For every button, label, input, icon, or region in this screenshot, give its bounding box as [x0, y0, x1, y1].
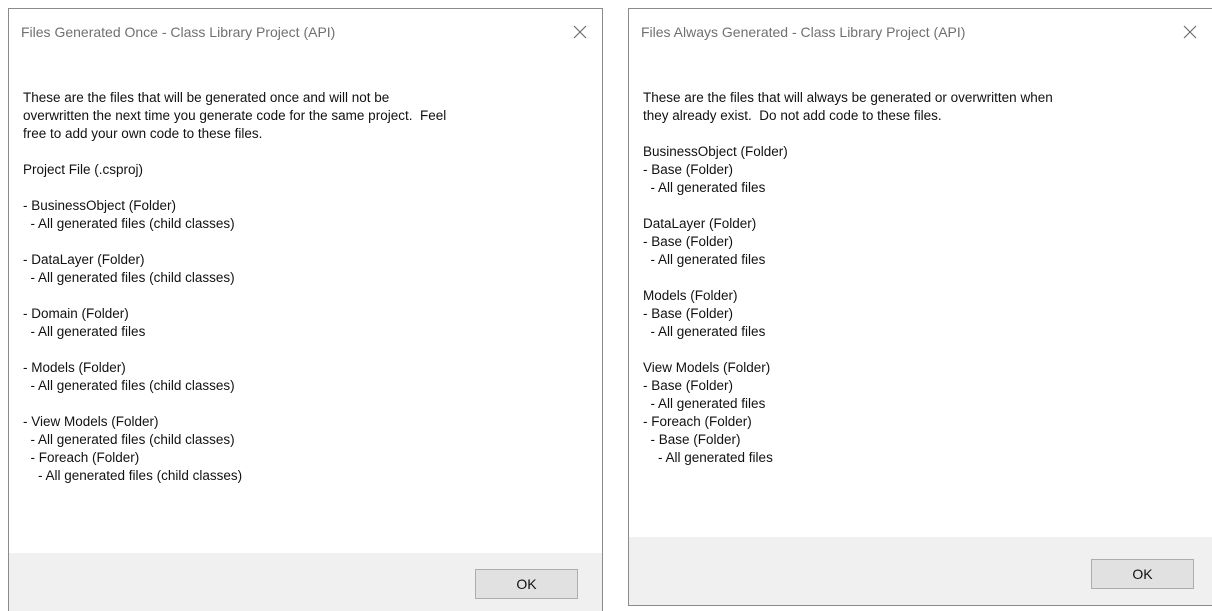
- message-line: - Base (Folder): [643, 306, 734, 321]
- message-line: - All generated files: [643, 396, 766, 411]
- message-line: - View Models (Folder): [23, 414, 159, 429]
- message-line: - Foreach (Folder): [23, 450, 140, 465]
- close-button[interactable]: [564, 17, 596, 47]
- message-line: overwritten the next time you generate c…: [23, 108, 447, 123]
- message-line: - All generated files (child classes): [23, 216, 235, 231]
- message-line: - Base (Folder): [643, 162, 734, 177]
- dialog-footer: OK: [629, 537, 1212, 605]
- message-line: - DataLayer (Folder): [23, 252, 145, 267]
- dialog-footer: OK: [9, 553, 602, 611]
- dialog-title: Files Generated Once - Class Library Pro…: [21, 24, 336, 40]
- message-line: - All generated files: [23, 324, 146, 339]
- message-line: they already exist. Do not add code to t…: [643, 108, 942, 123]
- files-generated-once-dialog: Files Generated Once - Class Library Pro…: [8, 8, 603, 611]
- message-line: free to add your own code to these files…: [23, 126, 263, 141]
- message-line: Project File (.csproj): [23, 162, 144, 177]
- close-icon: [1183, 25, 1197, 39]
- message-line: Models (Folder): [643, 288, 738, 303]
- message-line: These are the files that will be generat…: [23, 90, 390, 105]
- message-line: - Foreach (Folder): [643, 414, 752, 429]
- message-line: - All generated files: [643, 180, 766, 195]
- close-icon: [573, 25, 587, 39]
- message-line: These are the files that will always be …: [643, 90, 1053, 105]
- message-line: DataLayer (Folder): [643, 216, 757, 231]
- ok-button[interactable]: OK: [1091, 559, 1194, 589]
- message-line: - Base (Folder): [643, 234, 734, 249]
- message-line: - All generated files: [643, 324, 766, 339]
- message-line: - All generated files: [643, 252, 766, 267]
- message-line: - Models (Folder): [23, 360, 126, 375]
- title-bar: Files Generated Once - Class Library Pro…: [9, 9, 602, 57]
- message-line: - All generated files: [643, 450, 773, 465]
- message-line: View Models (Folder): [643, 360, 771, 375]
- ok-button[interactable]: OK: [475, 569, 578, 599]
- message-line: - All generated files (child classes): [23, 270, 235, 285]
- message-line: - All generated files (child classes): [23, 468, 243, 483]
- message-body: These are the files that will be generat…: [23, 89, 588, 485]
- title-bar: Files Always Generated - Class Library P…: [629, 9, 1212, 57]
- message-line: - All generated files (child classes): [23, 378, 235, 393]
- message-line: - BusinessObject (Folder): [23, 198, 177, 213]
- message-body: These are the files that will always be …: [643, 89, 1198, 467]
- dialog-title: Files Always Generated - Class Library P…: [641, 24, 966, 40]
- message-line: - All generated files (child classes): [23, 432, 235, 447]
- close-button[interactable]: [1174, 17, 1206, 47]
- message-line: - Base (Folder): [643, 432, 741, 447]
- message-line: - Base (Folder): [643, 378, 734, 393]
- message-line: BusinessObject (Folder): [643, 144, 788, 159]
- message-line: - Domain (Folder): [23, 306, 129, 321]
- files-always-generated-dialog: Files Always Generated - Class Library P…: [628, 8, 1212, 606]
